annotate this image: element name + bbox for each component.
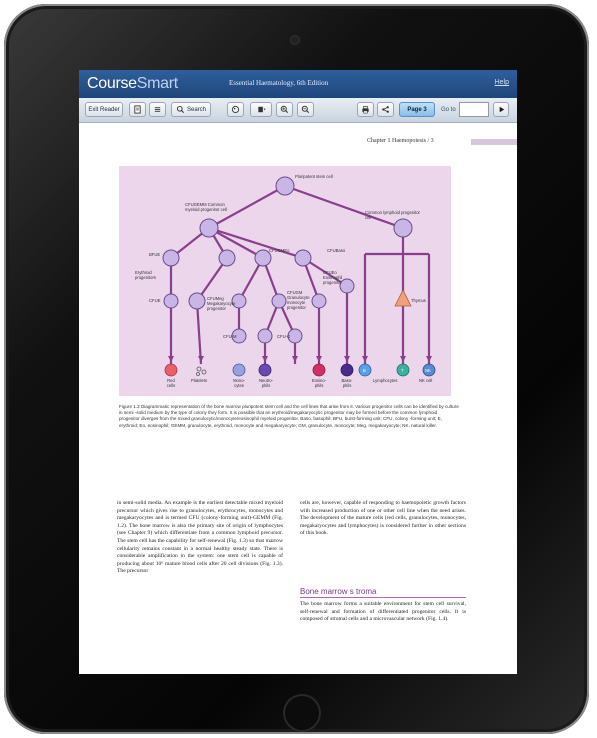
label-lymphoid-progenitor: Common lymphoid progenitor cell xyxy=(365,210,420,220)
running-head: Chapter 1 Haemopoiesis / 3 xyxy=(367,138,434,144)
list-icon xyxy=(154,107,161,112)
body-text-column-1: in semi-solid media. An example is the e… xyxy=(117,500,283,575)
reader-toolbar: Exit Reader Search Page 3 Go to xyxy=(79,98,517,123)
zoom-in-icon xyxy=(280,105,289,114)
label-red-cells: Red cells xyxy=(166,378,176,388)
label-nk: NK xyxy=(425,368,431,373)
help-link[interactable]: Help xyxy=(495,79,509,86)
pages-icon xyxy=(134,105,141,114)
home-button[interactable] xyxy=(283,694,321,732)
share-icon xyxy=(382,106,389,113)
thymus-shape xyxy=(394,289,412,307)
toc-button[interactable] xyxy=(149,102,166,117)
goto-submit-button[interactable] xyxy=(493,102,509,117)
exit-reader-button[interactable]: Exit Reader xyxy=(85,102,123,117)
search-icon xyxy=(176,105,185,114)
body-text-column-3: The bone marrow forms a suitable environ… xyxy=(300,601,466,623)
pages-button[interactable] xyxy=(129,102,146,117)
label-cfu-m: CFU-M xyxy=(223,334,237,339)
section-rule xyxy=(300,597,466,598)
reader-screen: CourseSmart Essential Haematology, 6th E… xyxy=(79,70,517,674)
zoom-out-button[interactable] xyxy=(297,102,314,117)
goto-label: Go to xyxy=(441,106,456,113)
lineage-tree xyxy=(162,176,436,377)
label-nk-cell: NK cell xyxy=(419,378,433,383)
label-cfu-gm: CFUGM Granulocyte monocyte progenitor xyxy=(287,290,310,310)
label-b: B xyxy=(363,368,366,373)
label-cfu-baso: CFUBaso xyxy=(327,248,346,253)
zoom-in-button[interactable] xyxy=(276,102,293,117)
running-head-bar xyxy=(471,139,517,145)
camera xyxy=(291,36,299,44)
label-bfue: BFUE xyxy=(149,252,161,257)
book-title: Essential Haematology, 6th Edition xyxy=(229,79,329,87)
label-cfu-meg: CFUMeg Megakaryocyte progenitor xyxy=(207,296,236,311)
play-icon xyxy=(499,106,504,113)
page-indicator[interactable]: Page 3 xyxy=(399,102,435,117)
bookmark-icon xyxy=(257,106,266,113)
label-platelets: Platelets xyxy=(191,378,208,383)
search-button[interactable]: Search xyxy=(171,102,211,117)
label-lymphocytes: Lymphocytes xyxy=(373,378,398,383)
label-t: T xyxy=(401,368,404,373)
label-basophils: Baso-phils xyxy=(341,378,353,388)
label-stem-cell: Pluripotent stem cell xyxy=(295,174,333,179)
print-icon xyxy=(362,105,369,114)
share-button[interactable] xyxy=(377,102,394,117)
label-eosinophils: Eosino-phils xyxy=(311,378,327,388)
label-thymus: Thymus xyxy=(411,298,426,303)
section-heading: Bone marrow s troma xyxy=(300,587,377,596)
body-text-column-2: cells are, however, capable of respondin… xyxy=(300,500,466,537)
brand-logo: CourseSmart xyxy=(87,75,178,92)
label-cfue: CFUE xyxy=(149,298,161,303)
label-cfu-g: CFU-G xyxy=(277,334,291,339)
label-cfu-gmeo: CFUGMEo xyxy=(269,248,290,253)
figure-haemopoiesis-diagram: Pluripotent stem cell CFUGEMM Common mye… xyxy=(119,166,451,396)
label-cfu-gemm: CFUGEMM Common myeloid progenitor cell xyxy=(185,202,227,212)
label-cfu-eo: CFUEo Eosinophil progenitor xyxy=(323,270,343,285)
label-monocytes: Mono-cytes xyxy=(233,378,245,388)
app-header: CourseSmart Essential Haematology, 6th E… xyxy=(79,70,517,98)
palette-icon xyxy=(231,105,240,114)
label-erythroid: Erythroid progenitors xyxy=(135,270,156,280)
search-label: Search xyxy=(186,106,206,113)
bookmark-menu-button[interactable] xyxy=(250,102,272,117)
print-button[interactable] xyxy=(357,102,374,117)
figure-caption: Figure 1.2 Diagrammatic representation o… xyxy=(119,404,459,428)
label-neutrophils: Neutro-phils xyxy=(259,378,273,388)
goto-page-input[interactable] xyxy=(459,102,489,117)
highlight-button[interactable] xyxy=(227,102,244,117)
zoom-out-icon xyxy=(301,105,310,114)
